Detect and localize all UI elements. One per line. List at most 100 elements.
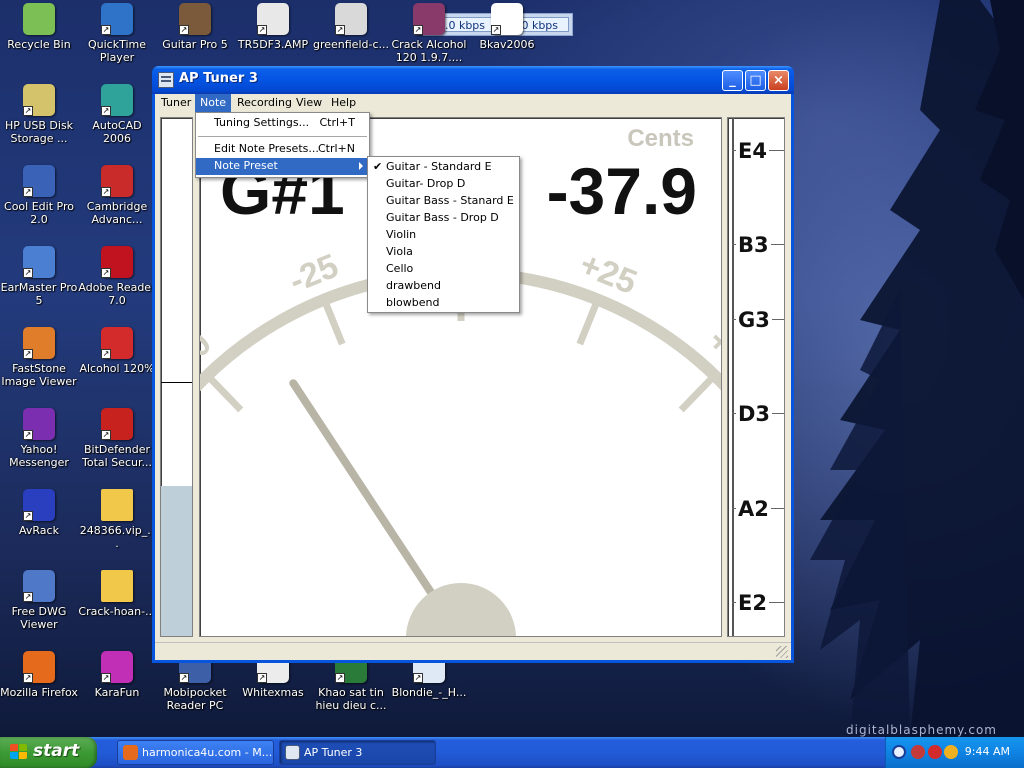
desktop-icon-guitar-pro[interactable]: ↗ Guitar Pro 5: [156, 3, 234, 51]
preset-item[interactable]: Cello: [368, 261, 519, 278]
desktop-icon-usb-disk[interactable]: ↗ HP USB Disk Storage ...: [0, 84, 78, 145]
desktop-icon-earmaster[interactable]: ↗ EarMaster Pro 5: [0, 246, 78, 307]
menu-item-label: Note Preset: [214, 159, 278, 172]
menu-tuner[interactable]: Tuner: [156, 94, 196, 113]
desktop-icon-avrack[interactable]: ↗ AvRack: [0, 489, 78, 537]
desktop-icon-folder[interactable]: 248366.vip_...: [78, 489, 156, 550]
shortcut-arrow-icon: ↗: [335, 25, 345, 35]
tray-alcohol-icon[interactable]: [928, 745, 942, 759]
desktop-icon-label: Crack Alcohol 120 1.9.7....: [391, 38, 467, 64]
dial-tick: [576, 301, 600, 346]
preset-item-label: Guitar- Drop D: [386, 177, 466, 190]
windows-flag-icon: [10, 744, 28, 761]
note-label: E2: [736, 591, 769, 615]
title-bar[interactable]: AP Tuner 3 _ □ ×: [152, 66, 794, 94]
desktop-icon-bkav[interactable]: ↗ Bkav2006: [468, 3, 546, 51]
desktop-icon-folder[interactable]: Crack-hoan-...: [78, 570, 156, 618]
menu-view[interactable]: View: [291, 94, 327, 113]
input-level-bar: [160, 117, 193, 637]
desktop-icon-karafun[interactable]: ↗ KaraFun: [78, 651, 156, 699]
preset-item[interactable]: drawbend: [368, 278, 519, 295]
desktop-icon-label: KaraFun: [94, 686, 140, 699]
preset-item[interactable]: Guitar- Drop D: [368, 176, 519, 193]
desktop-icon-dwg-viewer[interactable]: ↗ Free DWG Viewer: [0, 570, 78, 631]
preset-item[interactable]: Guitar Bass - Stanard E: [368, 193, 519, 210]
input-level-fill: [161, 486, 192, 636]
adobe-reader-icon: ↗: [101, 246, 133, 278]
desktop-icon-firefox[interactable]: ↗ Mozilla Firefox: [0, 651, 78, 699]
taskbar-item-firefox[interactable]: harmonica4u.com - M...: [117, 740, 274, 765]
close-button[interactable]: ×: [768, 70, 789, 91]
minimize-button[interactable]: _: [722, 70, 743, 91]
alcohol-icon: ↗: [101, 327, 133, 359]
desktop-icon-document[interactable]: ↗ greenfield-c...: [312, 3, 390, 51]
menu-item-edit-note-presets[interactable]: Edit Note Presets... Ctrl+N: [196, 141, 369, 158]
meter-needle: [289, 379, 444, 609]
tray-app-icon[interactable]: [911, 745, 925, 759]
desktop-icon-quicktime[interactable]: ↗ QuickTime Player: [78, 3, 156, 64]
clock: 9:44 AM: [964, 745, 1010, 758]
shortcut-arrow-icon: ↗: [179, 25, 189, 35]
desktop-icon-label: Recycle Bin: [7, 38, 71, 51]
menu-item-tuning-settings[interactable]: Tuning Settings... Ctrl+T: [196, 115, 369, 132]
desktop-icon-label: HP USB Disk Storage ...: [4, 119, 74, 145]
document-icon: ↗: [257, 3, 289, 35]
menu-separator: [198, 136, 367, 137]
recycle-bin-icon: [23, 3, 55, 35]
app-icon[interactable]: [158, 72, 174, 88]
folder-icon: [101, 489, 133, 521]
karafun-icon: ↗: [101, 651, 133, 683]
desktop-icon-faststone[interactable]: ↗ FastStone Image Viewer: [0, 327, 78, 388]
desktop-icon-autocad[interactable]: ↗ AutoCAD 2006: [78, 84, 156, 145]
desktop-icon-label: Mobipocket Reader PC: [163, 686, 227, 712]
desktop-icon-label: Free DWG Viewer: [11, 605, 67, 631]
shortcut-arrow-icon: ↗: [101, 430, 111, 440]
desktop-icon-label: Khao sat tin hieu dieu c...: [315, 686, 387, 712]
autocad-icon: ↗: [101, 84, 133, 116]
tray-volume-icon[interactable]: [944, 745, 958, 759]
desktop-icon-document[interactable]: ↗ TR5DF3.AMP: [234, 3, 312, 51]
preset-item[interactable]: Viola: [368, 244, 519, 261]
menu-help[interactable]: Help: [326, 94, 361, 113]
dial-tick: [207, 375, 244, 413]
desktop-icon-label: FastStone Image Viewer: [1, 362, 77, 388]
system-tray: 9:44 AM: [885, 737, 1024, 768]
shortcut-arrow-icon: ↗: [23, 673, 33, 683]
desktop-icon-label: AvRack: [19, 524, 59, 537]
menu-item-note-preset[interactable]: Note Preset: [196, 158, 369, 175]
desktop-icon-adobe-reader[interactable]: ↗ Adobe Reader 7.0: [78, 246, 156, 307]
desktop-icon-label: Cambridge Advanc...: [86, 200, 148, 226]
menu-note[interactable]: Note: [195, 94, 232, 113]
desktop-icon-cambridge[interactable]: ↗ Cambridge Advanc...: [78, 165, 156, 226]
desktop-icon-winrar[interactable]: ↗ Crack Alcohol 120 1.9.7....: [390, 3, 468, 64]
dial-tick: [678, 375, 715, 413]
preset-item[interactable]: ✔ Guitar - Standard E: [368, 159, 519, 176]
desktop-icon-cool-edit[interactable]: ↗ Cool Edit Pro 2.0: [0, 165, 78, 226]
preset-item[interactable]: Guitar Bass - Drop D: [368, 210, 519, 227]
desktop-icon-recycle-bin[interactable]: Recycle Bin: [0, 3, 78, 51]
preset-item[interactable]: blowbend: [368, 295, 519, 312]
taskbar-item-ap-tuner[interactable]: AP Tuner 3: [279, 740, 436, 765]
desktop-icon-label: Alcohol 120%: [79, 362, 155, 375]
resize-grip-icon[interactable]: [776, 646, 788, 658]
note-scale-line: [732, 118, 734, 636]
desktop-icon-yahoo-messenger[interactable]: ↗ Yahoo! Messenger: [0, 408, 78, 469]
shortcut-arrow-icon: ↗: [23, 430, 33, 440]
preset-item[interactable]: Violin: [368, 227, 519, 244]
shortcut-arrow-icon: ↗: [101, 349, 111, 359]
window-title: AP Tuner 3: [179, 71, 258, 86]
submenu-arrow-icon: [359, 162, 363, 170]
desktop-icon-label: 248366.vip_...: [79, 524, 155, 550]
desktop-icon-alcohol[interactable]: ↗ Alcohol 120%: [78, 327, 156, 375]
menu-item-shortcut: Ctrl+N: [317, 142, 355, 155]
shortcut-arrow-icon: ↗: [179, 673, 189, 683]
yahoo-messenger-icon: ↗: [23, 408, 55, 440]
maximize-button[interactable]: □: [745, 70, 766, 91]
desktop-icon-bitdefender[interactable]: ↗ BitDefender Total Secur...: [78, 408, 156, 469]
quicktime-icon: ↗: [101, 3, 133, 35]
tray-expand-icon[interactable]: [892, 745, 906, 759]
start-button[interactable]: start: [0, 737, 97, 768]
menu-recording[interactable]: Recording: [232, 94, 297, 113]
desktop-icon-label: Guitar Pro 5: [162, 38, 228, 51]
preset-item-label: drawbend: [386, 279, 441, 292]
